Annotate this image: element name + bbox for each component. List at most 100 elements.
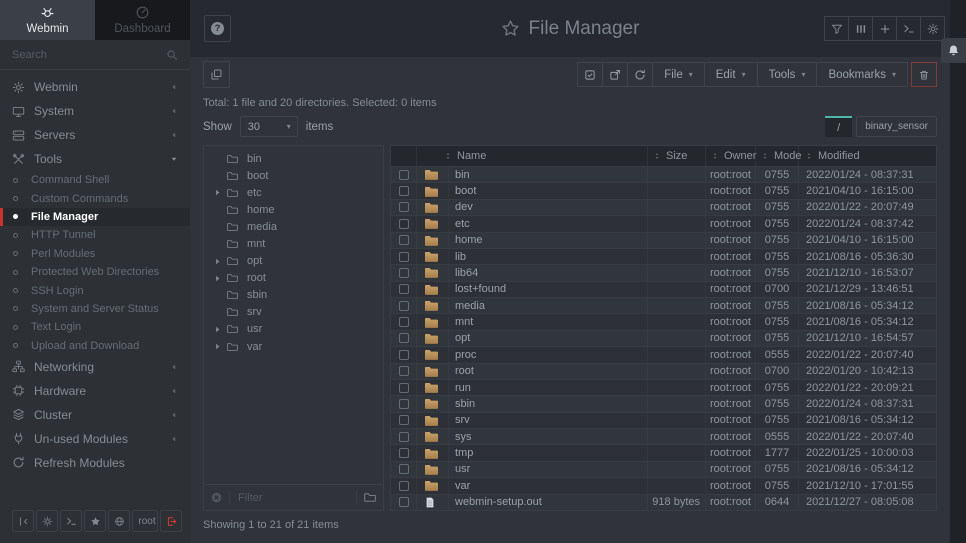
search-input[interactable] [12, 49, 166, 61]
row-checkbox[interactable] [399, 415, 409, 425]
table-row[interactable]: etc root:root 0755 2022/01/24 - 08:37:42 [391, 215, 936, 231]
row-checkbox[interactable] [399, 301, 409, 311]
row-checkbox[interactable] [399, 464, 409, 474]
refresh-button[interactable] [627, 62, 653, 87]
table-row[interactable]: sbin root:root 0755 2022/01/24 - 08:37:3… [391, 395, 936, 411]
file-name[interactable]: sys [449, 429, 648, 444]
language-button[interactable] [108, 510, 130, 532]
file-name[interactable]: lib64 [449, 265, 648, 280]
column-header-mode[interactable]: Mode [756, 146, 799, 166]
filter-button[interactable] [824, 16, 849, 41]
row-checkbox[interactable] [399, 202, 409, 212]
tree-item[interactable]: srv [204, 304, 383, 321]
file-name[interactable]: srv [449, 413, 648, 428]
sidebar-item[interactable]: Servers [0, 123, 190, 147]
file-name[interactable]: boot [449, 183, 648, 198]
breadcrumb-root[interactable]: / [825, 116, 852, 137]
bookmarks-menu-button[interactable]: Bookmarks▾ [816, 62, 908, 87]
expand-caret-icon[interactable] [213, 342, 222, 351]
sidebar-item[interactable]: System and Server Status [0, 300, 190, 318]
row-checkbox[interactable] [399, 235, 409, 245]
folder-icon[interactable] [363, 491, 377, 504]
file-name[interactable]: mnt [449, 314, 648, 329]
row-checkbox[interactable] [399, 268, 409, 278]
settings-button[interactable] [920, 16, 945, 41]
notifications-tab[interactable] [941, 38, 966, 63]
expand-caret-icon[interactable] [213, 325, 222, 334]
items-per-page-select[interactable]: 30 ▾ [240, 116, 298, 137]
file-name[interactable]: var [449, 478, 648, 493]
file-name[interactable]: run [449, 380, 648, 395]
table-row[interactable]: lib root:root 0755 2021/08/16 - 05:36:30 [391, 248, 936, 264]
table-row[interactable]: sys root:root 0555 2022/01/22 - 20:07:40 [391, 428, 936, 444]
tree-item[interactable]: home [204, 201, 383, 218]
row-checkbox[interactable] [399, 170, 409, 180]
file-name[interactable]: lost+found [449, 282, 648, 297]
row-checkbox[interactable] [399, 481, 409, 491]
table-row[interactable]: bin root:root 0755 2022/01/24 - 08:37:31 [391, 166, 936, 182]
column-header-modified[interactable]: Modified [799, 146, 936, 166]
row-checkbox[interactable] [399, 366, 409, 376]
sidebar-item[interactable]: Networking [0, 355, 190, 379]
export-button[interactable] [602, 62, 628, 87]
table-row[interactable]: lib64 root:root 0755 2021/12/10 - 16:53:… [391, 264, 936, 280]
tree-item[interactable]: bin [204, 150, 383, 167]
sidebar-item[interactable]: Un-used Modules [0, 427, 190, 451]
expand-caret-icon[interactable] [213, 257, 222, 266]
sidebar-item[interactable]: Hardware [0, 379, 190, 403]
row-checkbox[interactable] [399, 284, 409, 294]
row-checkbox[interactable] [399, 219, 409, 229]
theme-button[interactable] [36, 510, 58, 532]
file-name[interactable]: lib [449, 249, 648, 264]
tree-item[interactable]: media [204, 218, 383, 235]
row-checkbox[interactable] [399, 497, 409, 507]
file-name[interactable]: home [449, 233, 648, 248]
expand-caret-icon[interactable] [213, 188, 222, 197]
row-checkbox[interactable] [399, 317, 409, 327]
table-row[interactable]: root root:root 0700 2022/01/20 - 10:42:1… [391, 363, 936, 379]
sidebar-item[interactable]: Custom Commands [0, 189, 190, 207]
tools-menu-button[interactable]: Tools▾ [757, 62, 818, 87]
tab-webmin[interactable]: Webmin [0, 0, 95, 40]
trash-button[interactable] [911, 62, 937, 87]
tab-dashboard[interactable]: Dashboard [95, 0, 190, 40]
table-row[interactable]: opt root:root 0755 2021/12/10 - 16:54:57 [391, 330, 936, 346]
expand-caret-icon[interactable] [213, 274, 222, 283]
file-name[interactable]: usr [449, 462, 648, 477]
sidebar-item[interactable]: System [0, 99, 190, 123]
file-name[interactable]: root [449, 364, 648, 379]
table-row[interactable]: webmin-setup.out 918 bytes root:root 064… [391, 494, 936, 510]
table-row[interactable]: boot root:root 0755 2021/04/10 - 16:15:0… [391, 182, 936, 198]
favorites-button[interactable] [84, 510, 106, 532]
table-row[interactable]: usr root:root 0755 2021/08/16 - 05:34:12 [391, 461, 936, 477]
sidebar-item[interactable]: Perl Modules [0, 245, 190, 263]
file-name[interactable]: tmp [449, 445, 648, 460]
tree-item[interactable]: var [204, 338, 383, 355]
file-name[interactable]: media [449, 298, 648, 313]
table-row[interactable]: home root:root 0755 2021/04/10 - 16:15:0… [391, 232, 936, 248]
sidebar-item[interactable]: File Manager [0, 208, 190, 226]
file-menu-button[interactable]: File▾ [652, 62, 705, 87]
clone-window-button[interactable] [203, 61, 230, 88]
user-button[interactable]: root [132, 510, 158, 532]
column-header-size[interactable]: Size [648, 146, 706, 166]
collapse-sidebar-button[interactable] [12, 510, 34, 532]
table-row[interactable]: var root:root 0755 2021/12/10 - 17:01:55 [391, 477, 936, 493]
table-row[interactable]: dev root:root 0755 2022/01/22 - 20:07:49 [391, 199, 936, 215]
tree-item[interactable]: boot [204, 167, 383, 184]
sidebar-item[interactable]: HTTP Tunnel [0, 226, 190, 244]
tree-item[interactable]: opt [204, 253, 383, 270]
tree-item[interactable]: etc [204, 184, 383, 201]
tree-item[interactable]: usr [204, 321, 383, 338]
sidebar-item[interactable]: Tools [0, 147, 190, 171]
table-row[interactable]: media root:root 0755 2021/08/16 - 05:34:… [391, 297, 936, 313]
column-header-owner[interactable]: Owner [706, 146, 756, 166]
table-row[interactable]: run root:root 0755 2022/01/22 - 20:09:21 [391, 379, 936, 395]
file-name[interactable]: webmin-setup.out [449, 495, 648, 510]
shell-button[interactable] [60, 510, 82, 532]
sidebar-item[interactable]: Text Login [0, 318, 190, 336]
logout-button[interactable] [160, 510, 182, 532]
row-checkbox[interactable] [399, 383, 409, 393]
file-name[interactable]: bin [449, 167, 648, 182]
row-checkbox[interactable] [399, 399, 409, 409]
